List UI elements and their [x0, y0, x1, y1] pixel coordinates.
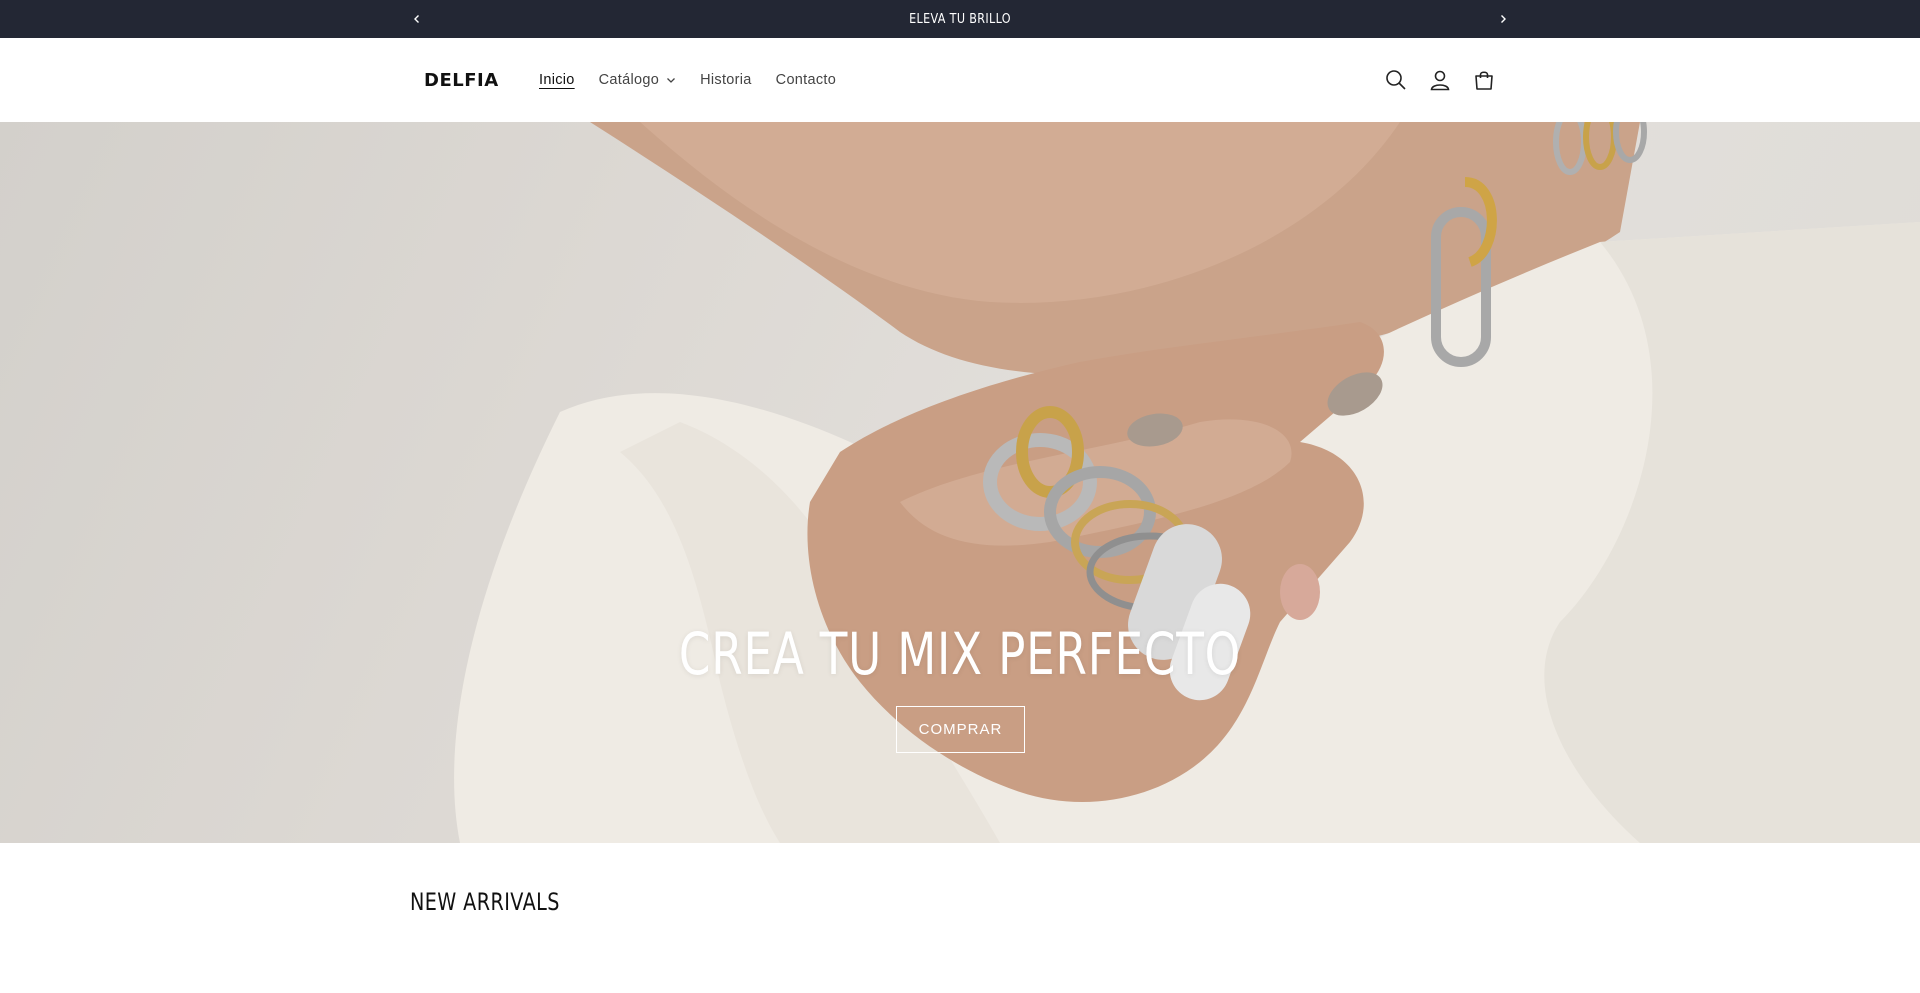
header-icons	[1382, 38, 1498, 122]
announcement-message: ELEVA TU BRILLO	[909, 11, 1011, 27]
site-logo[interactable]: DELFIA	[424, 38, 499, 122]
hero-title: CREA TU MIX PERFECTO	[678, 620, 1242, 688]
nav-item-label: Contacto	[775, 72, 837, 88]
nav-item-catalogo[interactable]: Catálogo	[599, 72, 676, 88]
announcement-bar: ELEVA TU BRILLO	[0, 0, 1920, 38]
nav-item-label: Inicio	[539, 72, 575, 88]
shop-button[interactable]: COMPRAR	[896, 706, 1025, 753]
chevron-down-icon	[667, 78, 676, 83]
nav-item-inicio[interactable]: Inicio	[539, 72, 575, 88]
announcement-next-button[interactable]	[1484, 0, 1522, 38]
nav-item-label: Historia	[700, 72, 752, 88]
new-arrivals-title: NEW ARRIVALS	[410, 888, 560, 916]
main-nav: Inicio Catálogo Historia Contacto	[539, 38, 860, 122]
nav-item-label: Catálogo	[598, 72, 660, 88]
search-icon	[1386, 70, 1406, 90]
account-icon	[1430, 70, 1450, 91]
account-button[interactable]	[1426, 66, 1454, 94]
site-header: DELFIA Inicio Catálogo Historia Contacto	[0, 38, 1920, 122]
cart-icon	[1475, 71, 1493, 90]
search-button[interactable]	[1382, 66, 1410, 94]
hero-banner: CREA TU MIX PERFECTO COMPRAR	[0, 122, 1920, 843]
nav-item-historia[interactable]: Historia	[700, 72, 752, 88]
chevron-right-icon	[1501, 15, 1506, 23]
nav-item-contacto[interactable]: Contacto	[776, 72, 836, 88]
cart-button[interactable]	[1470, 66, 1498, 94]
